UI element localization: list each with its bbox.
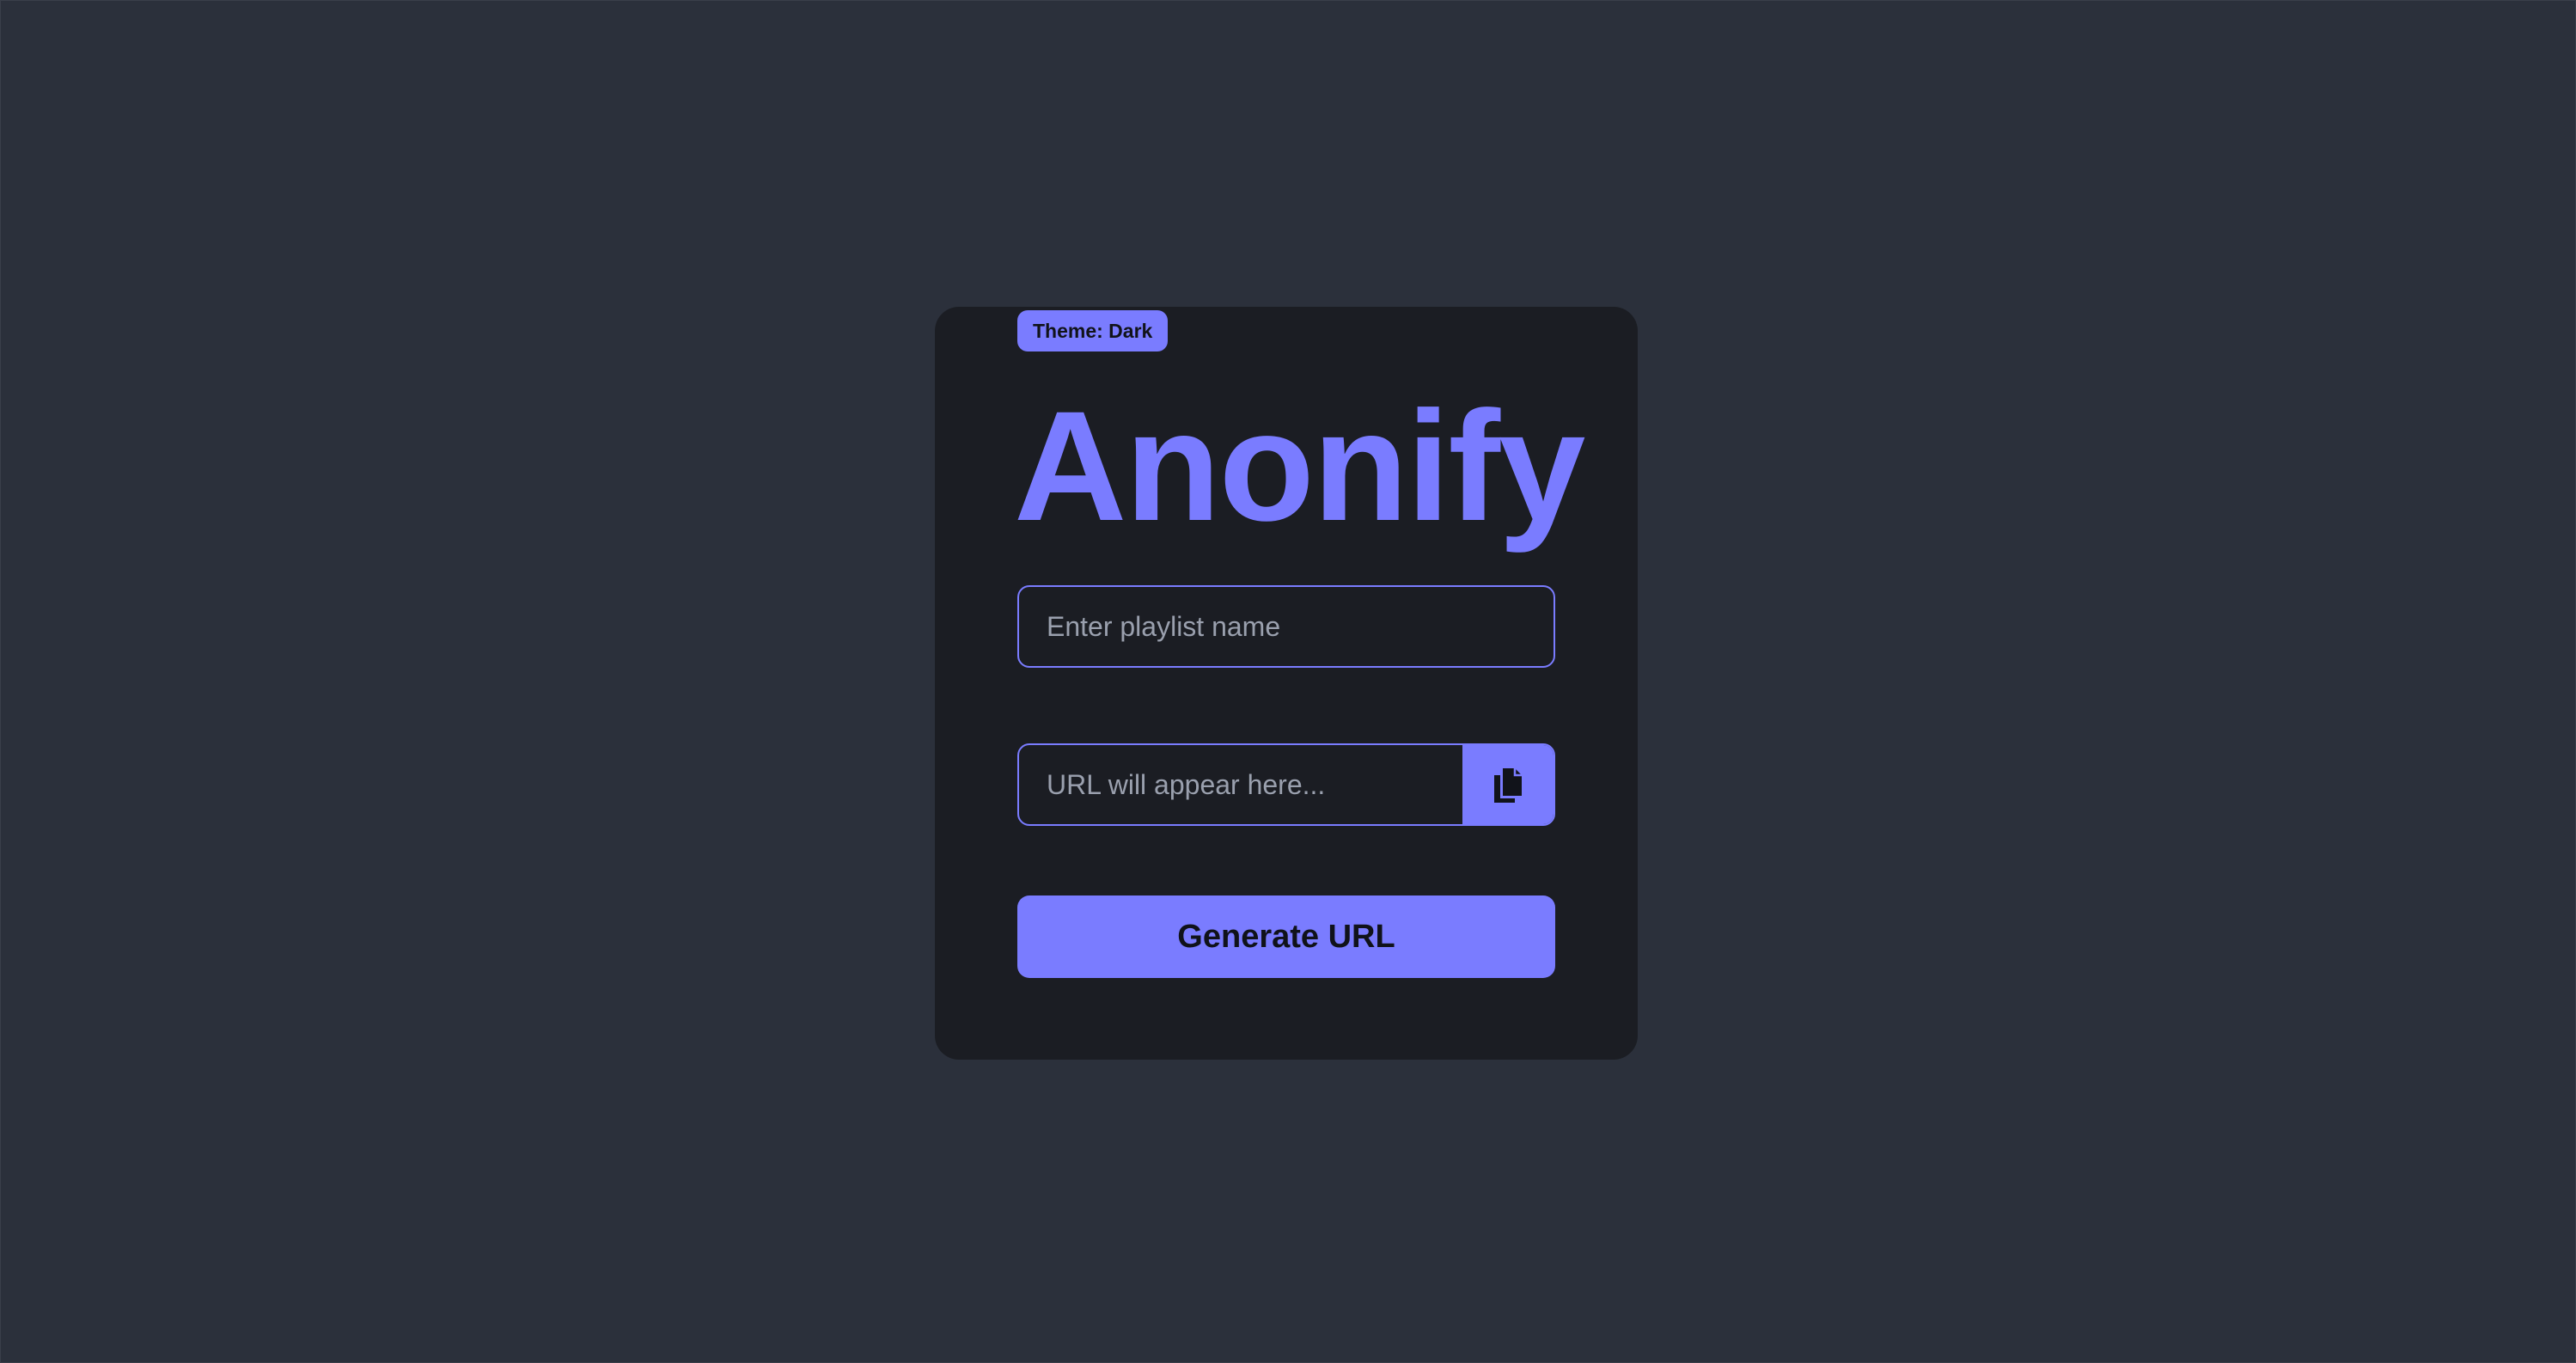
generate-url-button[interactable]: Generate URL	[1017, 895, 1555, 978]
playlist-name-field	[1017, 585, 1555, 668]
theme-toggle-badge[interactable]: Theme: Dark	[1017, 310, 1169, 351]
copy-url-button[interactable]	[1462, 745, 1554, 824]
main-card: Theme: Dark Anonify Generate URL	[935, 307, 1638, 1060]
url-output-group	[1017, 743, 1555, 826]
url-output-input[interactable]	[1019, 745, 1462, 824]
playlist-name-input[interactable]	[1019, 587, 1554, 666]
copy-icon	[1494, 768, 1522, 803]
app-title: Anonify	[1014, 378, 1585, 553]
